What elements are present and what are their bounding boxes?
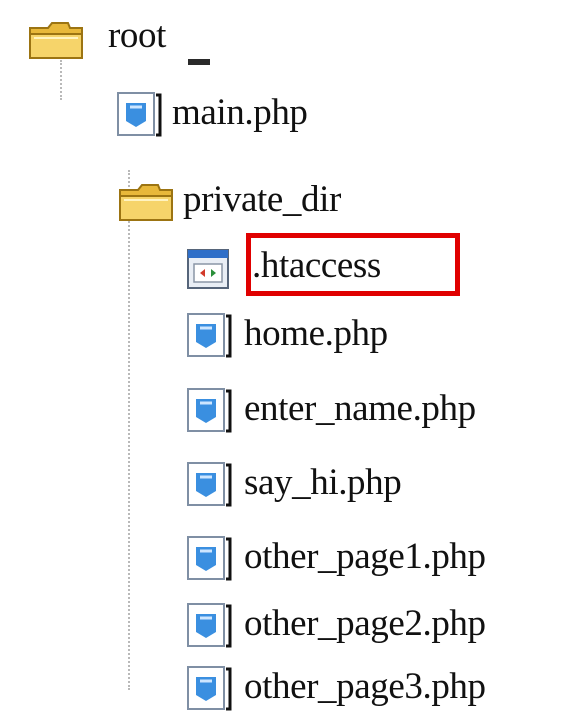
tree-node-label: main.php bbox=[172, 92, 308, 133]
tree-node-file[interactable]: say_hi.php bbox=[0, 455, 470, 515]
tree-node-label: home.php bbox=[244, 313, 388, 354]
tree-node-label: other_page3.php bbox=[244, 666, 486, 707]
tree-node-label: other_page2.php bbox=[244, 603, 486, 644]
php-file-icon bbox=[187, 536, 232, 581]
folder-icon bbox=[29, 22, 83, 59]
tree-node-root[interactable]: root bbox=[0, 8, 300, 68]
tree-node-label: enter_name.php bbox=[244, 388, 476, 429]
tree-node-main-php[interactable]: main.php bbox=[0, 85, 360, 145]
tree-node-file[interactable]: other_page3.php bbox=[0, 659, 575, 719]
tree-node-file[interactable]: home.php bbox=[0, 306, 440, 366]
folder-icon bbox=[119, 184, 173, 221]
php-file-icon bbox=[187, 313, 232, 358]
tree-node-label: root bbox=[108, 15, 167, 56]
tree-node-private-dir[interactable]: private_dir bbox=[0, 172, 400, 232]
php-file-icon bbox=[187, 603, 232, 648]
tree-node-label: other_page1.php bbox=[244, 536, 486, 577]
php-file-icon bbox=[187, 462, 232, 507]
php-file-icon bbox=[187, 388, 232, 433]
tree-node-label: private_dir bbox=[183, 179, 341, 220]
highlight-box bbox=[246, 233, 460, 296]
tree-node-file[interactable]: other_page2.php bbox=[0, 596, 575, 656]
tree-node-file[interactable]: other_page1.php bbox=[0, 529, 575, 589]
tree-node-label: say_hi.php bbox=[244, 462, 402, 503]
php-file-icon bbox=[187, 666, 232, 711]
tree-node-file[interactable]: enter_name.php bbox=[0, 381, 570, 441]
tree-ellipsis bbox=[188, 59, 210, 65]
config-file-icon bbox=[187, 249, 229, 289]
php-file-icon bbox=[117, 92, 162, 137]
